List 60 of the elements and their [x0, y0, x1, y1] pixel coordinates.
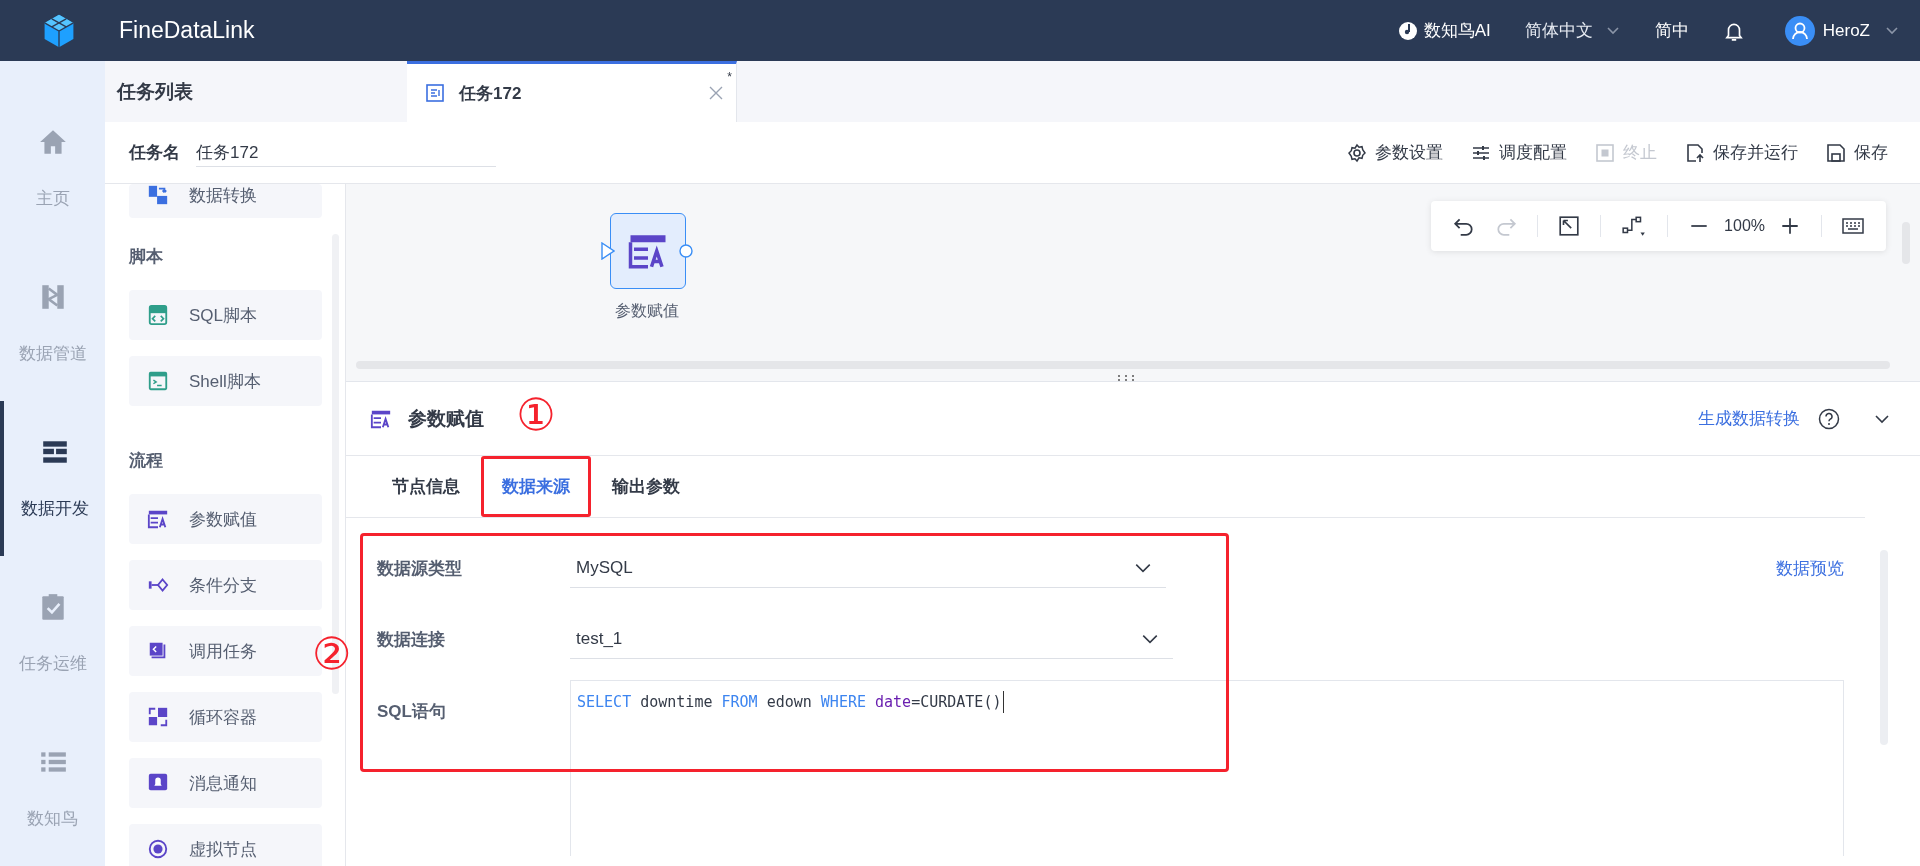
select-field[interactable]: MySQL: [570, 548, 1166, 588]
node-palette-item[interactable]: 循环容器: [129, 692, 322, 742]
task-list-title: 任务列表: [115, 79, 194, 104]
callout-number: ①: [516, 393, 556, 437]
field-label: SQL语句: [377, 701, 447, 723]
sql-code: SELECT downtime FROM edown WHERE date=CURDATE(): [577, 692, 1002, 713]
language-dropdown[interactable]: 简体中文: [1524, 19, 1621, 42]
text-cursor: [1003, 691, 1005, 713]
toolbar-button[interactable]: 调度配置: [1471, 141, 1567, 164]
save-icon: [1826, 142, 1846, 163]
panel-title: 参数赋值: [408, 406, 484, 431]
node-label: 参数赋值: [615, 301, 679, 321]
node-palette-item[interactable]: 条件分支: [129, 560, 322, 610]
short-language-button[interactable]: 简中: [1654, 19, 1689, 42]
select-field[interactable]: test_1: [570, 619, 1173, 659]
node-palette-item[interactable]: Shell脚本: [129, 356, 322, 406]
preview-link[interactable]: 数据预览: [1776, 556, 1844, 580]
parameter-icon: [147, 508, 169, 530]
panel-tab[interactable]: 输出参数: [591, 456, 701, 517]
field-label: 数据源类型: [377, 557, 463, 580]
panel-tab[interactable]: 节点信息: [371, 456, 481, 517]
toolbar-button[interactable]: 参数设置: [1347, 141, 1443, 164]
node-palette-item[interactable]: 参数赋值: [129, 494, 322, 544]
user-menu[interactable]: HeroZ: [1784, 15, 1900, 46]
ai-assistant-button[interactable]: 数知鸟AI: [1397, 19, 1491, 42]
stop-icon: [1595, 142, 1615, 163]
settings-icon: [1347, 142, 1367, 163]
output-port-icon: [679, 244, 693, 258]
section-title: 流程: [129, 449, 164, 472]
target-icon: [147, 838, 169, 860]
generate-link[interactable]: 生成数据转换: [1698, 407, 1800, 430]
flow-node[interactable]: [610, 213, 686, 289]
transform-icon: [147, 184, 169, 206]
node-palette-item[interactable]: 数据转换: [129, 184, 322, 218]
task-name-label: 任务名: [129, 142, 180, 164]
resize-grip-icon[interactable]: [1116, 374, 1136, 382]
save-run-icon: [1685, 142, 1705, 163]
zoom-level: 100%: [1724, 217, 1765, 235]
node-palette-item[interactable]: 消息通知: [129, 758, 322, 808]
toolbar-button[interactable]: 保存并运行: [1685, 141, 1798, 164]
help-icon[interactable]: [1818, 407, 1840, 430]
sql-file-icon: [147, 304, 169, 326]
fit-view-icon[interactable]: [1558, 215, 1581, 237]
modified-mark: *: [727, 70, 732, 84]
input-port-icon: [601, 242, 615, 260]
keyboard-icon[interactable]: [1842, 215, 1864, 237]
squares-icon: [147, 706, 169, 728]
node-palette-item[interactable]: 虚拟节点: [129, 824, 322, 866]
zoom-in-icon[interactable]: [1779, 215, 1801, 237]
section-title: 脚本: [129, 245, 164, 268]
terminal-icon: [147, 370, 169, 392]
sql-editor[interactable]: SELECT downtime FROM edown WHERE date=CURDATE(): [570, 680, 1844, 856]
avatar-icon: [1784, 15, 1815, 46]
cube-logo-icon: [41, 12, 77, 49]
document-icon: [425, 83, 445, 103]
field-label: 数据连接: [377, 628, 446, 651]
node-palette-item[interactable]: SQL脚本: [129, 290, 322, 340]
toolbar-button[interactable]: 保存: [1826, 141, 1888, 164]
app-name: FineDataLink: [119, 17, 255, 44]
file-tab[interactable]: 任务172 *: [407, 61, 737, 122]
